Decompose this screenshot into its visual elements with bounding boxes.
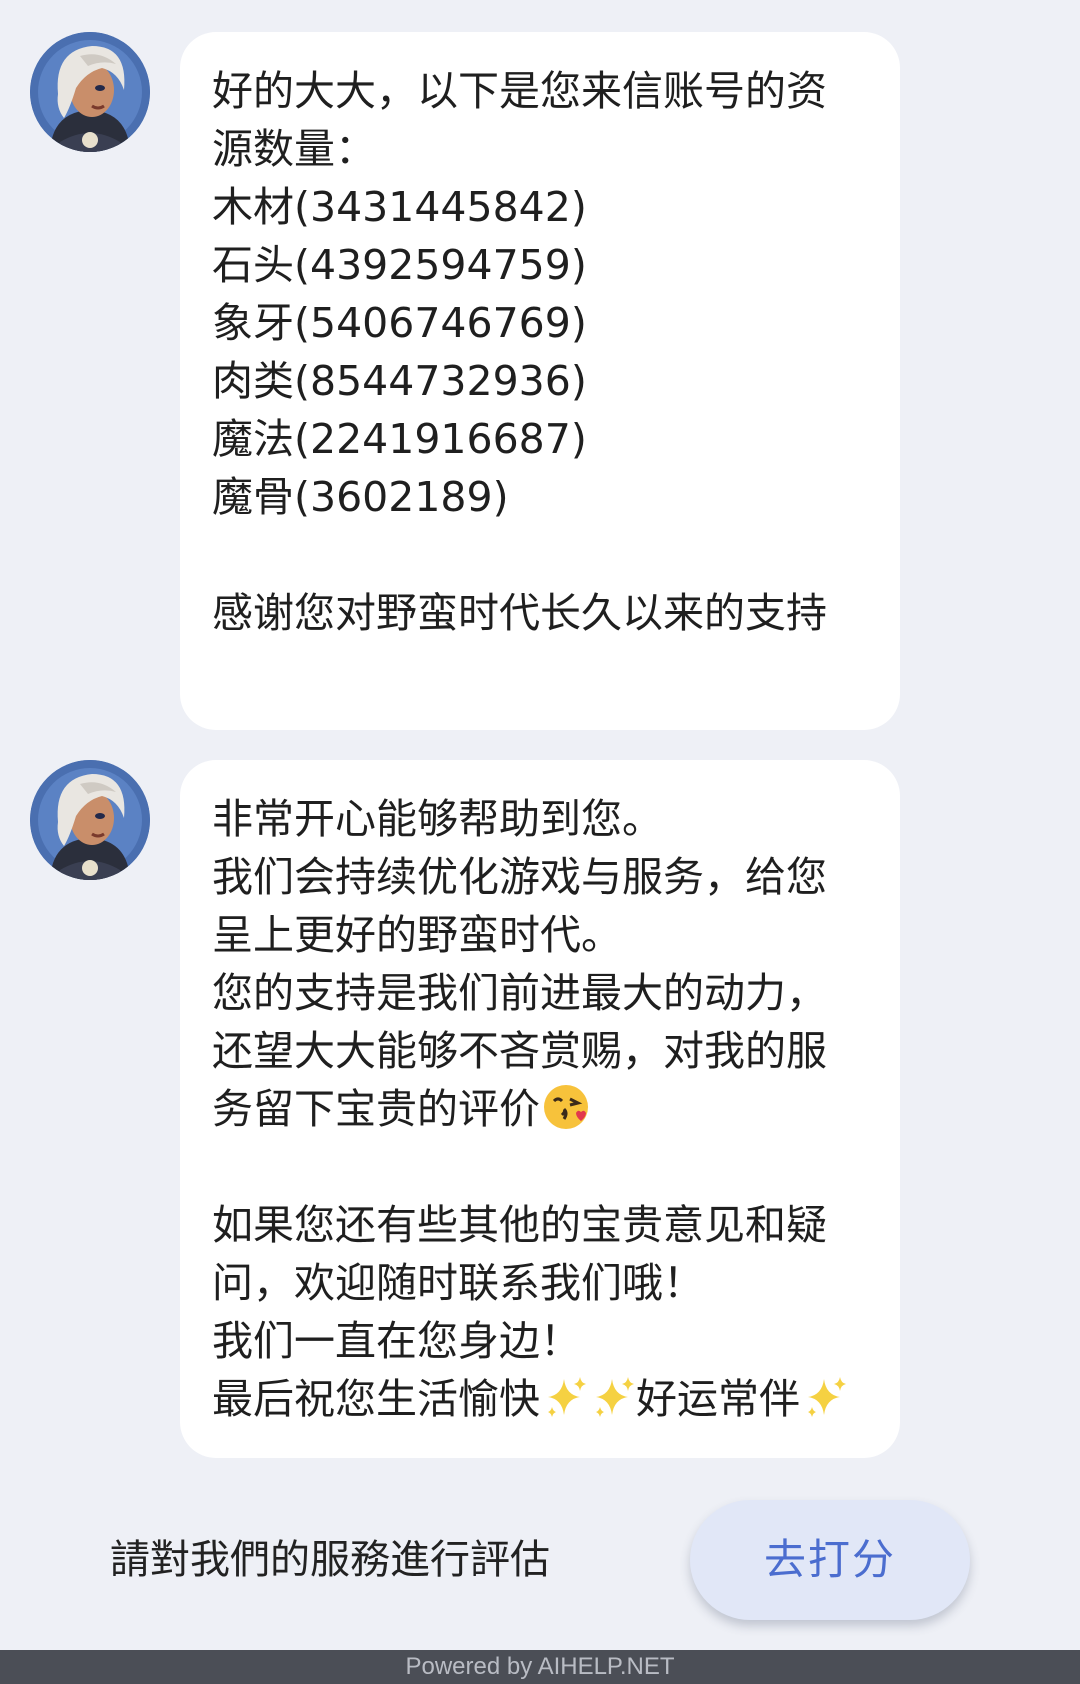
message-line-text: 务留下宝贵的评价: [212, 1085, 540, 1133]
rating-prompt: 請對我們的服務進行評估: [110, 1537, 550, 1583]
message-line: 魔骨(3602189): [212, 473, 509, 521]
sparkles-emoji: [596, 1377, 634, 1417]
rating-bar: 請對我們的服務進行評估 去打分: [0, 1470, 1080, 1650]
message-line: 感谢您对野蛮时代长久以来的支持: [212, 589, 827, 637]
hooded-heroine-avatar-icon: [30, 32, 150, 152]
message-line: 好的大大，以下是您来信账号的资: [212, 67, 827, 115]
footer-text[interactable]: Powered by AIHELP.NET: [405, 1653, 674, 1680]
powered-by-footer: Powered by AIHELP.NET: [0, 1650, 1080, 1684]
message-bubble: 非常开心能够帮助到您。 我们会持续优化游戏与服务，给您 呈上更好的野蛮时代。 您…: [180, 760, 900, 1458]
sparkles-emoji: [548, 1377, 586, 1417]
hooded-heroine-avatar-icon: [30, 760, 150, 880]
message-line-text: 最后祝您生活愉快: [212, 1375, 540, 1423]
message-line-with-emoji: 最后祝您生活愉快 好运常伴: [212, 1370, 870, 1428]
message-line: 问，欢迎随时联系我们哦！: [212, 1259, 704, 1307]
sparkles-emoji: [808, 1377, 846, 1417]
message-line: 木材(3431445842): [212, 183, 587, 231]
message-line: 如果您还有些其他的宝贵意见和疑: [212, 1201, 827, 1249]
message-line: 我们一直在您身边！: [212, 1317, 581, 1365]
message-line: 魔法(2241916687): [212, 415, 587, 463]
message-line: 还望大大能够不吝赏赐，对我的服: [212, 1027, 827, 1075]
message-line-with-emoji: 务留下宝贵的评价: [212, 1080, 870, 1138]
message-line: 非常开心能够帮助到您。: [212, 795, 663, 843]
message-bubble: 好的大大，以下是您来信账号的资 源数量： 木材(3431445842) 石头(4…: [180, 32, 900, 730]
message-line: 象牙(5406746769): [212, 299, 587, 347]
message-line: 源数量：: [212, 125, 376, 173]
message-line-emoji: [212, 642, 870, 700]
face-blowing-kiss-emoji: [544, 1085, 588, 1129]
message-line: 肉类(8544732936): [212, 357, 587, 405]
message-line-text: 好运常伴: [636, 1375, 800, 1423]
agent-avatar[interactable]: [30, 760, 150, 880]
message-line: 您的支持是我们前进最大的动力，: [212, 969, 827, 1017]
message-line: 呈上更好的野蛮时代。: [212, 911, 622, 959]
chat-thread: 好的大大，以下是您来信账号的资 源数量： 木材(3431445842) 石头(4…: [0, 0, 1080, 1470]
message-line: 我们会持续优化游戏与服务，给您: [212, 853, 827, 901]
agent-avatar[interactable]: [30, 32, 150, 152]
message-line: 石头(4392594759): [212, 241, 587, 289]
rate-button[interactable]: 去打分: [690, 1500, 970, 1620]
